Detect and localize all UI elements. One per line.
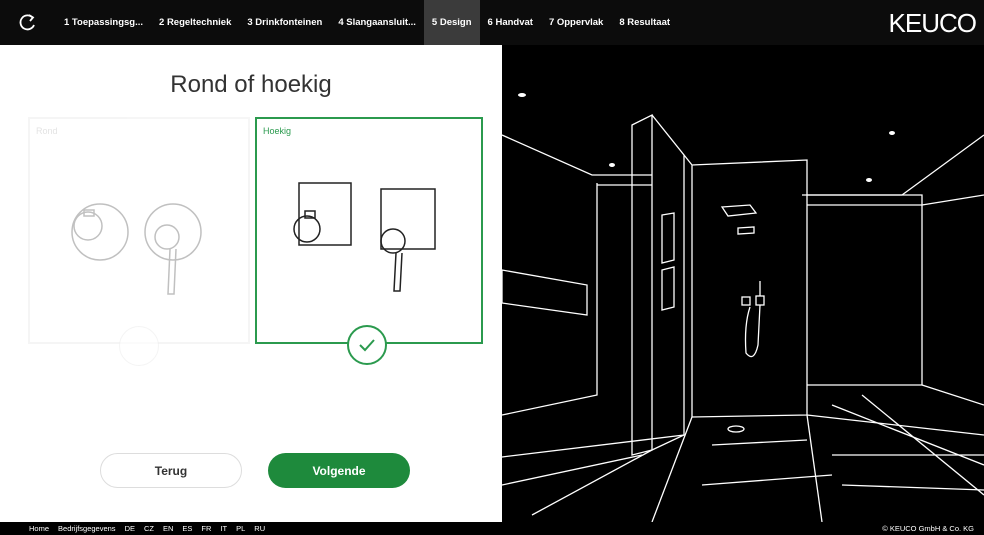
selected-checkmark-icon — [347, 325, 387, 365]
tab-step-4[interactable]: 4 Slangaansluit... — [330, 0, 424, 45]
tab-step-1[interactable]: 1 Toepassingsg... — [56, 0, 151, 45]
footer-links: Home Bedrijfsgegevens DE CZ EN ES FR IT … — [29, 524, 265, 533]
lang-fr[interactable]: FR — [201, 524, 211, 533]
lang-es[interactable]: ES — [182, 524, 192, 533]
configurator-panel: Rond of hoekig Rond Hoekig Terug Volgend… — [0, 45, 502, 522]
square-fittings-illustration — [293, 182, 436, 292]
keuco-logo[interactable]: KEUCO — [889, 8, 977, 39]
round-fittings-illustration — [71, 203, 202, 295]
tab-step-3[interactable]: 3 Drinkfonteinen — [239, 0, 330, 45]
lang-it[interactable]: IT — [220, 524, 227, 533]
tab-step-2[interactable]: 2 Regeltechniek — [151, 0, 239, 45]
lang-de[interactable]: DE — [125, 524, 135, 533]
page-title: Rond of hoekig — [170, 71, 332, 98]
option-card-square[interactable]: Hoekig — [255, 117, 483, 344]
tab-step-7[interactable]: 7 Oppervlak — [541, 0, 611, 45]
bathroom-preview — [501, 45, 984, 523]
lang-cz[interactable]: CZ — [144, 524, 154, 533]
next-button[interactable]: Volgende — [268, 453, 410, 488]
footer-link-home[interactable]: Home — [29, 524, 49, 533]
step-tabs: 1 Toepassingsg... 2 Regeltechniek 3 Drin… — [56, 0, 678, 45]
tab-step-5-design[interactable]: 5 Design — [423, 0, 480, 45]
option-card-round[interactable]: Rond — [28, 117, 250, 344]
lang-ru[interactable]: RU — [254, 524, 265, 533]
unselected-indicator — [119, 326, 159, 366]
restart-icon[interactable] — [10, 8, 46, 38]
tab-step-6[interactable]: 6 Handvat — [480, 0, 541, 45]
lang-en[interactable]: EN — [163, 524, 173, 533]
footer: Home Bedrijfsgegevens DE CZ EN ES FR IT … — [0, 522, 984, 535]
tab-step-8[interactable]: 8 Resultaat — [611, 0, 678, 45]
lang-pl[interactable]: PL — [236, 524, 245, 533]
bathroom-line-drawing — [501, 93, 984, 523]
copyright-text: © KEUCO GmbH & Co. KG — [882, 524, 974, 533]
footer-link-imprint[interactable]: Bedrijfsgegevens — [58, 524, 116, 533]
top-navigation-bar: 1 Toepassingsg... 2 Regeltechniek 3 Drin… — [0, 0, 984, 45]
back-button[interactable]: Terug — [100, 453, 242, 488]
